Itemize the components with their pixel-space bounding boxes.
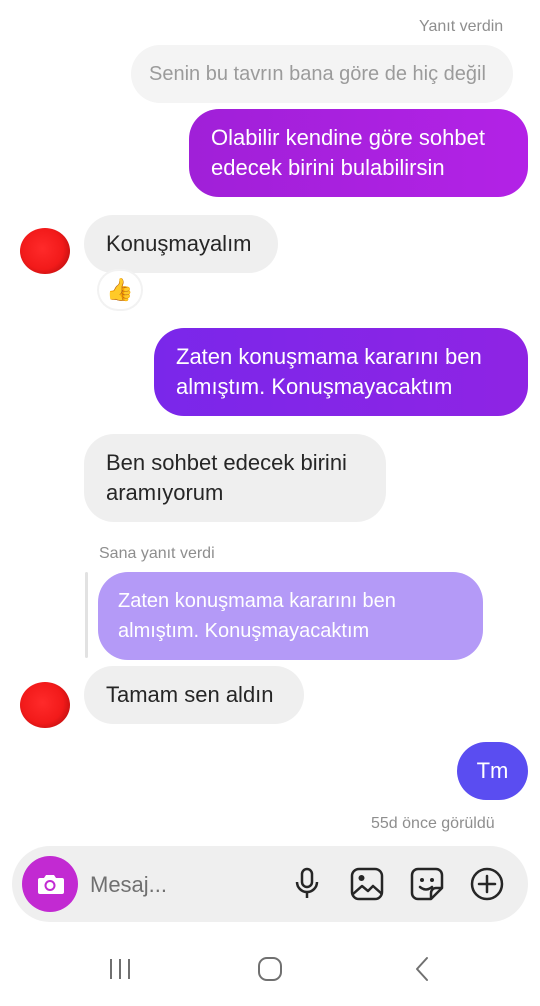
reply-indicator-bar	[85, 572, 88, 658]
seen-status: 55d önce görüldü	[371, 815, 495, 832]
home-icon	[258, 957, 282, 981]
outgoing-message-bubble[interactable]: Tm	[457, 742, 528, 800]
outgoing-message-text: Zaten konuşmama kararını ben almıştım. K…	[176, 344, 482, 399]
outgoing-message-bubble[interactable]: Olabilir kendine göre sohbet edecek biri…	[189, 109, 528, 197]
sticker-button[interactable]	[410, 867, 444, 901]
outgoing-message-text: Olabilir kendine göre sohbet edecek biri…	[211, 125, 485, 180]
outgoing-message-bubble[interactable]: Zaten konuşmama kararını ben almıştım. K…	[154, 328, 528, 416]
incoming-message-bubble[interactable]: Ben sohbet edecek birini aramıyorum	[84, 434, 386, 522]
incoming-message-bubble[interactable]: Konuşmayalım	[84, 215, 278, 273]
back-button[interactable]	[405, 955, 439, 983]
contact-avatar[interactable]	[20, 228, 70, 274]
gallery-button[interactable]	[350, 867, 384, 901]
more-options-button[interactable]	[470, 867, 504, 901]
reaction-emoji: 👍	[106, 277, 134, 302]
recent-apps-button[interactable]	[103, 955, 137, 983]
quoted-message-bubble[interactable]: Senin bu tavrın bana göre de hiç değil	[131, 45, 513, 103]
incoming-message-text: Konuşmayalım	[106, 231, 252, 256]
microphone-icon	[295, 867, 319, 898]
incoming-message-bubble[interactable]: Tamam sen aldın	[84, 666, 304, 724]
microphone-button[interactable]	[290, 867, 324, 901]
reply-quote-bubble[interactable]: Zaten konuşmama kararını ben almıştım. K…	[98, 572, 483, 660]
contact-avatar[interactable]	[20, 682, 70, 728]
reply-quote-text: Zaten konuşmama kararını ben almıştım. K…	[118, 590, 396, 642]
camera-icon	[38, 875, 64, 894]
camera-button[interactable]	[22, 856, 78, 912]
message-input[interactable]	[90, 870, 270, 900]
quoted-message-text: Senin bu tavrın bana göre de hiç değil	[149, 63, 486, 85]
outgoing-message-text: Tm	[476, 758, 509, 783]
recent-apps-icon	[110, 959, 130, 979]
incoming-message-text: Ben sohbet edecek birini aramıyorum	[106, 450, 347, 505]
home-button[interactable]	[253, 955, 287, 983]
gallery-icon	[350, 867, 384, 901]
thumbs-up-reaction-icon[interactable]: 👍	[99, 271, 141, 309]
reply-header-outgoing: Yanıt verdin	[419, 18, 504, 35]
sticker-icon	[410, 867, 444, 901]
plus-icon	[470, 867, 504, 901]
back-icon	[416, 957, 428, 981]
reply-header-incoming: Sana yanıt verdi	[99, 545, 215, 562]
incoming-message-text: Tamam sen aldın	[106, 682, 274, 707]
